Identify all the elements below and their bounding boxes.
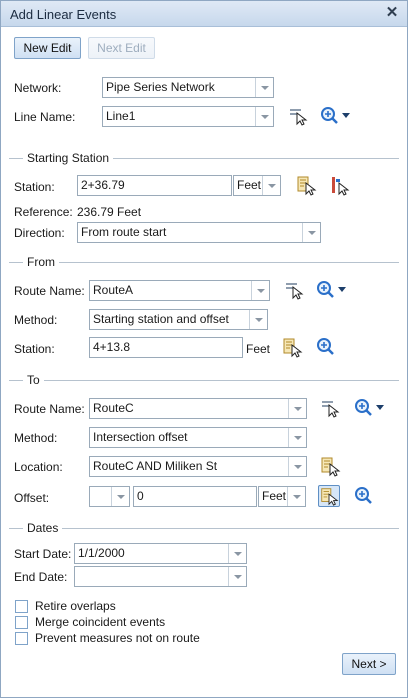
next-button[interactable]: Next >	[342, 653, 396, 675]
chevron-down-icon[interactable]	[262, 176, 280, 195]
retire-overlaps-checkbox[interactable]	[15, 600, 28, 613]
chevron-down-icon[interactable]	[287, 487, 305, 506]
from-method-label: Method:	[14, 313, 58, 327]
station-units-select[interactable]: Feet	[233, 175, 281, 196]
from-station-input[interactable]: 4+13.8	[89, 337, 243, 358]
direction-value: From route start	[81, 225, 167, 239]
chevron-down-icon[interactable]	[255, 78, 273, 97]
title-bar: Add Linear Events ✕	[1, 1, 407, 27]
dates-title: Dates	[23, 521, 63, 535]
merge-coincident-label: Merge coincident events	[35, 615, 166, 629]
zoom-to-offset-icon[interactable]	[353, 485, 375, 507]
to-offset-label: Offset:	[14, 491, 50, 505]
chevron-down-icon[interactable]	[288, 399, 306, 418]
offset-units-value: Feet	[262, 489, 287, 503]
line-name-label: Line Name:	[14, 110, 76, 124]
select-route-icon[interactable]	[319, 397, 341, 419]
station-label: Station:	[14, 180, 55, 194]
dates-divider	[9, 528, 399, 529]
chevron-down-icon[interactable]	[228, 567, 246, 586]
select-route-icon[interactable]	[283, 279, 305, 301]
direction-select[interactable]: From route start	[77, 222, 321, 243]
from-route-label: Route Name:	[14, 284, 85, 298]
to-route-select[interactable]: RouteC	[89, 398, 307, 419]
from-title: From	[23, 255, 59, 269]
start-date-label: Start Date:	[14, 547, 72, 561]
station-units-value: Feet	[237, 178, 262, 192]
from-station-label: Station:	[14, 342, 55, 356]
select-location-icon[interactable]	[319, 455, 341, 477]
network-select[interactable]: Pipe Series Network	[102, 77, 274, 98]
reference-value: 236.79 Feet	[77, 205, 142, 219]
chevron-down-icon[interactable]	[228, 544, 246, 563]
to-method-select[interactable]: Intersection offset	[89, 427, 307, 448]
network-label: Network:	[14, 81, 62, 95]
offset-input[interactable]: 0	[133, 486, 257, 507]
station-input[interactable]: 2+36.79	[77, 175, 232, 196]
from-method-select[interactable]: Starting station and offset	[89, 309, 268, 330]
to-route-label: Route Name:	[14, 402, 85, 416]
chevron-down-icon[interactable]	[111, 487, 129, 506]
starting-station-title: Starting Station	[23, 151, 114, 165]
select-station-icon[interactable]	[281, 336, 303, 358]
add-linear-events-window: Add Linear Events ✕ New Edit Next Edit N…	[0, 0, 408, 698]
select-station-icon[interactable]	[295, 174, 317, 196]
end-date-picker[interactable]	[74, 566, 247, 587]
from-station-units: Feet	[246, 342, 271, 356]
network-value: Pipe Series Network	[106, 80, 215, 94]
start-date-value: 1/1/2000	[78, 546, 125, 560]
to-divider	[9, 380, 399, 381]
flag-station-icon[interactable]	[329, 174, 351, 196]
to-location-label: Location:	[14, 460, 63, 474]
merge-coincident-checkbox[interactable]	[15, 616, 28, 629]
offset-units-select[interactable]: Feet	[258, 486, 306, 507]
select-offset-icon[interactable]	[318, 485, 340, 507]
zoom-in-icon[interactable]	[315, 279, 349, 301]
window-title: Add Linear Events	[10, 7, 117, 22]
close-icon[interactable]: ✕	[384, 4, 400, 22]
prevent-measures-checkbox[interactable]	[15, 632, 28, 645]
from-method-value: Starting station and offset	[93, 312, 229, 326]
to-route-value: RouteC	[93, 401, 134, 415]
to-method-label: Method:	[14, 431, 58, 445]
from-route-select[interactable]: RouteA	[89, 280, 270, 301]
line-name-select[interactable]: Line1	[102, 106, 274, 127]
new-edit-button[interactable]: New Edit	[14, 37, 81, 59]
end-date-label: End Date:	[14, 570, 68, 584]
to-method-value: Intersection offset	[93, 430, 188, 444]
reference-label: Reference:	[14, 205, 73, 219]
zoom-in-icon[interactable]	[319, 105, 353, 127]
chevron-down-icon[interactable]	[255, 107, 273, 126]
chevron-down-icon[interactable]	[249, 310, 267, 329]
chevron-down-icon[interactable]	[251, 281, 269, 300]
select-line-icon[interactable]	[287, 105, 309, 127]
direction-label: Direction:	[14, 226, 65, 240]
offset-sign-select[interactable]	[89, 486, 130, 507]
from-route-value: RouteA	[93, 283, 134, 297]
to-title: To	[23, 373, 44, 387]
retire-overlaps-label: Retire overlaps	[35, 599, 116, 613]
chevron-down-icon[interactable]	[288, 457, 306, 476]
zoom-in-icon[interactable]	[353, 397, 387, 419]
zoom-to-station-icon[interactable]	[315, 336, 337, 358]
to-location-value: RouteC AND Miliken St	[93, 459, 218, 473]
start-date-picker[interactable]: 1/1/2000	[74, 543, 247, 564]
chevron-down-icon[interactable]	[288, 428, 306, 447]
prevent-measures-label: Prevent measures not on route	[35, 631, 200, 645]
line-name-value: Line1	[106, 109, 136, 123]
from-divider	[9, 262, 399, 263]
chevron-down-icon[interactable]	[302, 223, 320, 242]
next-edit-button[interactable]: Next Edit	[88, 37, 155, 59]
to-location-select[interactable]: RouteC AND Miliken St	[89, 456, 307, 477]
